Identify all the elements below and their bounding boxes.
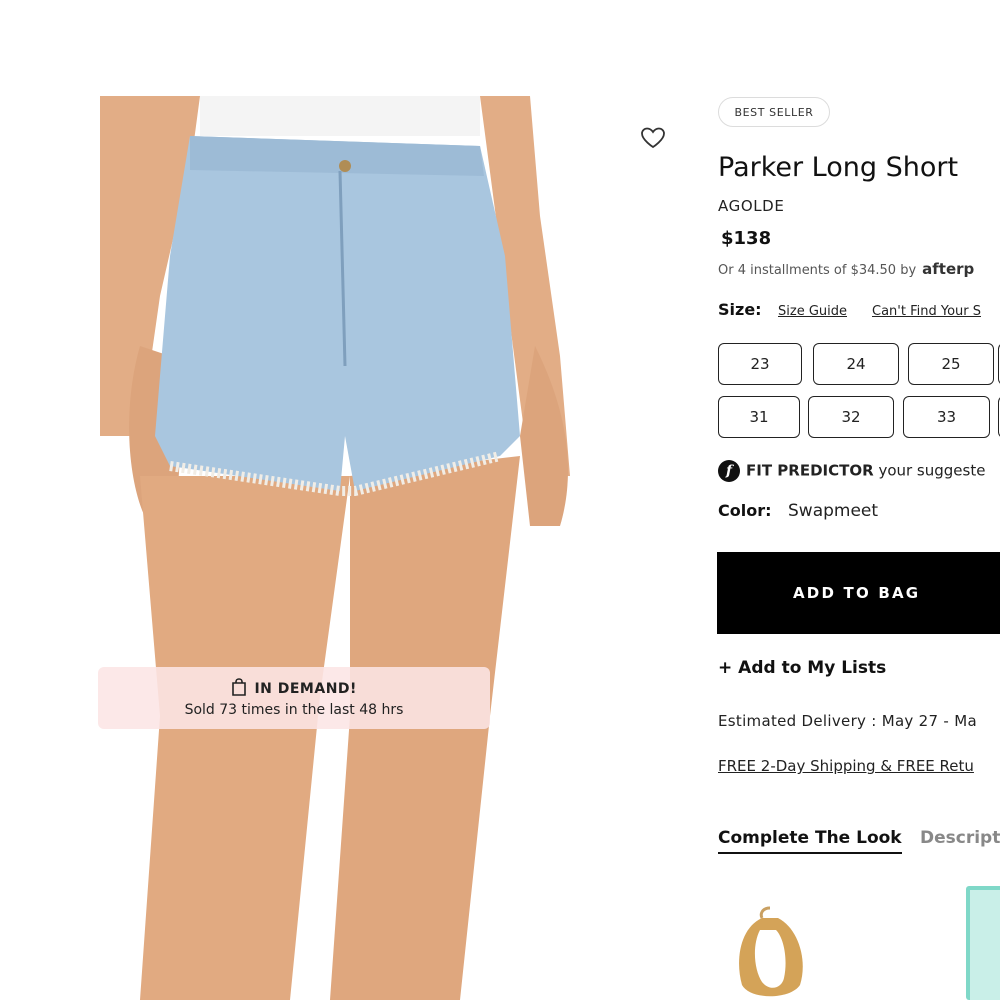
fit-predictor-icon: f xyxy=(718,460,740,482)
tab-description[interactable]: Descript xyxy=(920,828,1000,848)
add-to-my-lists-button[interactable]: + Add to My Lists xyxy=(718,658,886,678)
product-price: $138 xyxy=(721,228,772,249)
size-option[interactable]: 33 xyxy=(903,396,990,438)
in-demand-banner: IN DEMAND! Sold 73 times in the last 48 … xyxy=(98,667,490,729)
product-image[interactable] xyxy=(100,96,620,1000)
add-to-bag-label: ADD TO BAG xyxy=(793,584,921,602)
size-guide-link[interactable]: Size Guide xyxy=(778,304,847,319)
size-option[interactable]: 24 xyxy=(813,343,899,385)
fit-predictor[interactable]: f FIT PREDICTOR your suggeste xyxy=(718,460,985,482)
free-shipping-link[interactable]: FREE 2-Day Shipping & FREE Retu xyxy=(718,757,974,775)
estimated-delivery: Estimated Delivery : May 27 - Ma xyxy=(718,712,977,730)
shopping-bag-icon xyxy=(232,678,246,696)
fit-predictor-text: your suggeste xyxy=(878,461,986,480)
size-option[interactable]: 25 xyxy=(908,343,994,385)
color-label: Color: xyxy=(718,501,772,520)
complete-look-earring-image[interactable] xyxy=(720,900,820,1000)
in-demand-subtitle: Sold 73 times in the last 48 hrs xyxy=(184,702,404,718)
installments-text: Or 4 installments of $34.50 by xyxy=(718,263,917,278)
in-demand-title: IN DEMAND! xyxy=(98,678,490,697)
cant-find-size-link[interactable]: Can't Find Your S xyxy=(872,304,981,319)
wishlist-heart-icon[interactable] xyxy=(640,126,666,150)
installments-info: Or 4 installments of $34.50 by afterp xyxy=(718,260,974,278)
size-option[interactable]: 23 xyxy=(718,343,802,385)
sunscreen-label xyxy=(970,890,1000,1000)
color-value: Swapmeet xyxy=(788,501,879,521)
size-label: Size: xyxy=(718,300,762,319)
add-to-bag-button[interactable]: ADD TO BAG xyxy=(717,552,1000,634)
product-brand[interactable]: AGOLDE xyxy=(718,197,784,215)
product-title: Parker Long Short xyxy=(718,152,959,183)
best-seller-badge: BEST SELLER xyxy=(718,97,830,127)
fit-predictor-label: FIT PREDICTOR xyxy=(746,461,874,480)
complete-look-sunscreen-image[interactable] xyxy=(966,886,1000,1000)
in-demand-title-text: IN DEMAND! xyxy=(254,681,357,697)
size-option[interactable]: 32 xyxy=(808,396,894,438)
tab-complete-the-look[interactable]: Complete The Look xyxy=(718,828,902,854)
afterpay-logo[interactable]: afterp xyxy=(922,260,974,278)
size-option[interactable]: 31 xyxy=(718,396,800,438)
